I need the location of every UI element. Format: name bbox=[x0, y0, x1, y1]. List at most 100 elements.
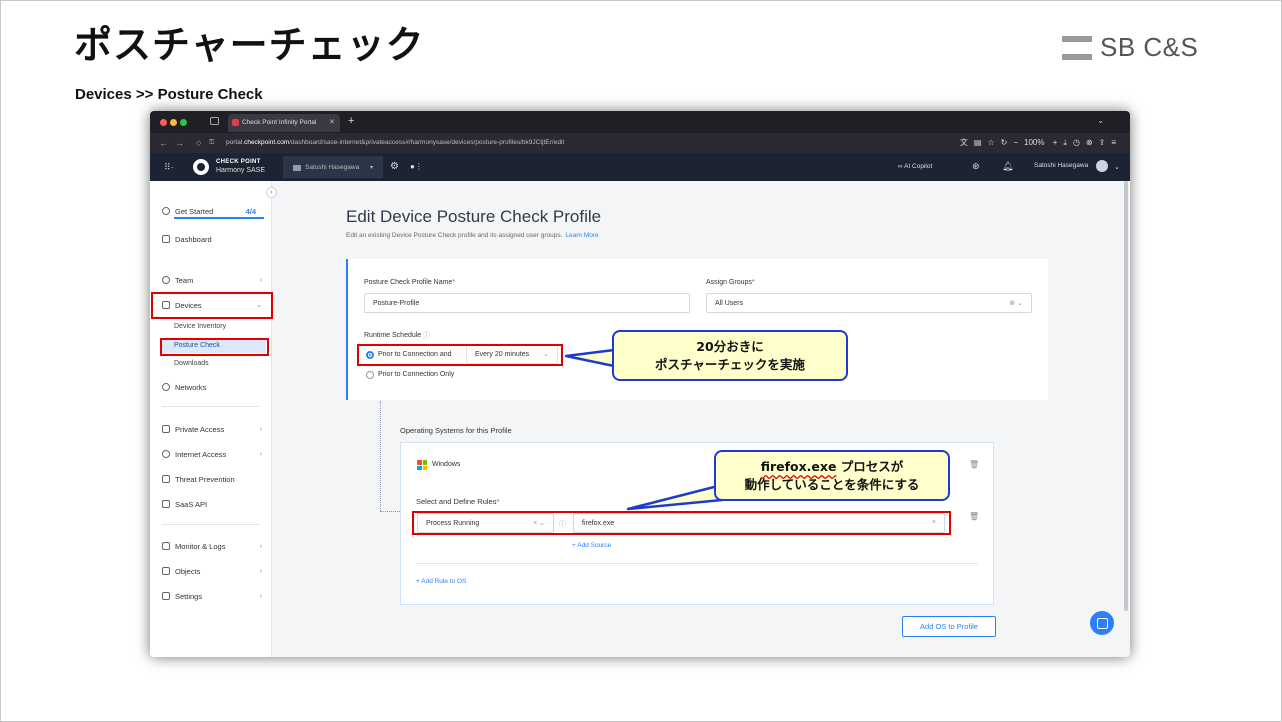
user-menu-chevron-icon[interactable]: ⌄ bbox=[1114, 163, 1120, 171]
get-started-progress bbox=[174, 217, 264, 219]
add-os-button[interactable]: Add OS to Profile bbox=[902, 616, 996, 637]
monitor-icon bbox=[162, 542, 170, 550]
zoom-in-icon: + bbox=[1052, 138, 1064, 147]
sidebar-item-objects[interactable]: Objects › bbox=[162, 565, 264, 577]
networks-icon bbox=[162, 383, 170, 391]
sidebar-item-monitor-logs[interactable]: Monitor & Logs › bbox=[162, 540, 264, 552]
bell-icon[interactable]: 🔔︎ bbox=[1002, 161, 1013, 172]
add-rule-link[interactable]: + Add Rule to OS bbox=[416, 578, 466, 585]
delete-rule-icon[interactable]: 🗑︎ bbox=[969, 512, 979, 521]
private-access-icon bbox=[162, 425, 170, 433]
browser-tabbar: Check Point Infinity Portal ✕ + ⌄ bbox=[150, 111, 1130, 133]
account-selector[interactable]: Satoshi Hasegawa ▾ bbox=[283, 156, 383, 178]
chevron-right-icon: › bbox=[259, 276, 262, 284]
new-tab-icon[interactable]: + bbox=[348, 115, 354, 127]
sbcs-logo: SB C&S bbox=[1062, 32, 1198, 63]
chevron-right-icon: › bbox=[259, 542, 262, 550]
shield-icon[interactable]: ◇ bbox=[196, 139, 201, 147]
gear-icon[interactable]: ⚙ bbox=[390, 161, 399, 172]
app-grid-icon[interactable]: ⠿· bbox=[164, 162, 174, 173]
sidebar-item-settings[interactable]: Settings › bbox=[162, 590, 264, 602]
tab-close-icon[interactable]: ✕ bbox=[329, 118, 335, 126]
user-name[interactable]: Satoshi Hasegawa bbox=[1034, 162, 1088, 169]
sidebar-item-saas-api[interactable]: SaaS API bbox=[162, 498, 264, 510]
clear-chevron-icon: ⊗ ⌄ bbox=[1009, 300, 1023, 307]
dashboard-icon bbox=[162, 235, 170, 243]
sidebar-item-get-started[interactable]: Get Started 4/4 bbox=[162, 205, 264, 217]
collapse-sidebar-icon[interactable]: ‹ bbox=[266, 187, 277, 198]
ai-copilot-button[interactable]: ∞ AI Copilot bbox=[898, 163, 932, 170]
os-section-title: Operating Systems for this Profile bbox=[400, 426, 512, 435]
page-title: Edit Device Posture Check Profile bbox=[346, 207, 602, 226]
sidebar-divider bbox=[162, 524, 260, 525]
sidebar-item-internet-access[interactable]: Internet Access › bbox=[162, 448, 264, 460]
annotation-devices-box bbox=[151, 292, 273, 319]
help-icon[interactable]: ⊛ bbox=[972, 161, 980, 172]
callout-schedule: 20分おきに ポスチャーチェックを実施 bbox=[612, 330, 848, 381]
scrollbar[interactable] bbox=[1124, 181, 1128, 611]
connector-line bbox=[380, 511, 400, 512]
zoom-level: 100% bbox=[1024, 138, 1045, 147]
option-prior-only-label: Prior to Connection Only bbox=[378, 371, 455, 378]
back-icon[interactable]: ← bbox=[159, 138, 168, 148]
chevron-right-icon: › bbox=[259, 450, 262, 458]
tab-overview-icon[interactable] bbox=[210, 117, 219, 125]
avatar[interactable] bbox=[1096, 160, 1108, 172]
callout-schedule-line2: ポスチャーチェックを実施 bbox=[655, 357, 805, 372]
slide-title: ポスチャーチェック bbox=[74, 23, 425, 67]
tab-list-chevron-icon[interactable]: ⌄ bbox=[1097, 116, 1104, 125]
radio-prior-only[interactable] bbox=[366, 371, 374, 379]
browser-toolbar-icons[interactable]: 文▤☆↻−100% +⤓◷⊗⇪≡ bbox=[960, 137, 1122, 148]
product-name: Harmony SASE bbox=[216, 167, 266, 174]
minimize-window-dot[interactable] bbox=[170, 119, 177, 126]
settings-icon bbox=[162, 592, 170, 600]
download-icon: ⤓ bbox=[1063, 138, 1073, 147]
rules-label: Select and Define Rules* bbox=[416, 497, 500, 506]
maximize-window-dot[interactable] bbox=[180, 119, 187, 126]
account-name: Satoshi Hasegawa bbox=[305, 164, 360, 171]
tab-favicon-icon bbox=[232, 119, 239, 126]
windows-icon bbox=[417, 460, 427, 470]
os-card-divider bbox=[416, 563, 978, 564]
assign-groups-select[interactable]: All Users ⊗ ⌄ bbox=[706, 293, 1032, 313]
zoom-out-icon: − bbox=[1013, 138, 1025, 147]
sidebar-item-networks[interactable]: Networks bbox=[162, 381, 264, 393]
connector-line bbox=[380, 401, 381, 511]
delete-os-icon[interactable]: 🗑︎ bbox=[969, 460, 979, 469]
history-icon: ◷ bbox=[1072, 138, 1086, 147]
forward-icon[interactable]: → bbox=[175, 138, 184, 148]
tab-title: Check Point Infinity Portal bbox=[242, 119, 317, 126]
saas-api-icon bbox=[162, 500, 170, 508]
callout-schedule-line1: 20分おきに bbox=[696, 339, 764, 354]
sidebar-item-team[interactable]: Team › bbox=[162, 274, 264, 286]
add-source-link[interactable]: + Add Source bbox=[572, 542, 611, 549]
chevron-right-icon: › bbox=[259, 592, 262, 600]
reader-icon: ▤ bbox=[973, 138, 988, 147]
learn-more-link[interactable]: Learn More bbox=[565, 232, 598, 239]
chat-icon[interactable] bbox=[1090, 611, 1114, 635]
browser-tab[interactable]: Check Point Infinity Portal ✕ bbox=[228, 114, 340, 132]
logo-text: SB C&S bbox=[1100, 32, 1199, 62]
brand-name: CHECK POINT bbox=[216, 159, 261, 165]
slide-breadcrumb: Devices >> Posture Check bbox=[75, 86, 263, 103]
internet-access-icon bbox=[162, 450, 170, 458]
annotation-posture-check-box bbox=[160, 338, 269, 356]
sidebar-item-threat-prevention[interactable]: Threat Prevention bbox=[162, 473, 264, 485]
sidebar-item-dashboard[interactable]: Dashboard bbox=[162, 233, 264, 245]
lock-icon[interactable]: ⚿ bbox=[209, 139, 214, 147]
rocket-icon bbox=[162, 207, 170, 215]
profile-name-field[interactable]: Posture-Profile bbox=[364, 293, 690, 313]
chevron-right-icon: › bbox=[259, 567, 262, 575]
integrations-icon[interactable]: ●⋮ bbox=[410, 162, 423, 171]
sidebar-item-device-inventory[interactable]: Device Inventory bbox=[174, 323, 226, 330]
app-header: ⠿· CHECK POINT Harmony SASE Satoshi Hase… bbox=[150, 153, 1130, 181]
url-field[interactable]: portal.checkpoint.com/dashboard/sase-int… bbox=[226, 139, 564, 146]
callout-process-line2: 動作していることを条件にする bbox=[744, 477, 920, 492]
os-name: Windows bbox=[432, 461, 461, 468]
sidebar-item-downloads[interactable]: Downloads bbox=[174, 360, 209, 367]
page-description: Edit an existing Device Posture Check pr… bbox=[346, 232, 599, 239]
sidebar-item-private-access[interactable]: Private Access › bbox=[162, 423, 264, 435]
close-window-dot[interactable] bbox=[160, 119, 167, 126]
callout-process: firefox.exe プロセスが 動作していることを条件にする bbox=[714, 450, 950, 501]
team-icon bbox=[162, 276, 170, 284]
